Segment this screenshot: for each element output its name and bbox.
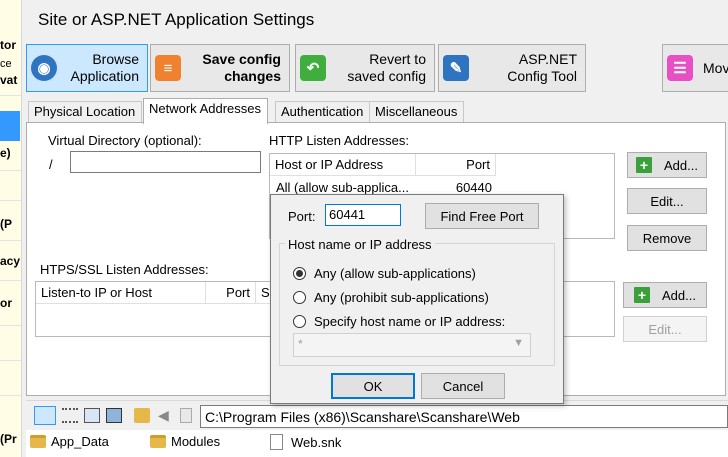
- remove-http-button[interactable]: Remove: [627, 225, 707, 251]
- details-view-icon[interactable]: [34, 406, 56, 425]
- undo-icon: ↶: [300, 55, 326, 81]
- move-button[interactable]: ☰ Mov: [662, 44, 728, 92]
- list-view-icon[interactable]: [62, 408, 78, 423]
- save-config-label: Save config changes: [202, 51, 281, 84]
- host-name-select[interactable]: * ▼: [293, 333, 531, 357]
- globe-icon: ◉: [31, 55, 57, 81]
- edit-http-button[interactable]: Edit...: [627, 188, 707, 214]
- virtual-directory-prefix: /: [49, 157, 53, 172]
- http-row-port[interactable]: 60440: [416, 180, 492, 195]
- http-listen-label: HTTP Listen Addresses:: [269, 133, 409, 148]
- strip-text: acy: [0, 254, 21, 268]
- list-item[interactable]: Modules: [150, 434, 220, 449]
- file-name: App_Data: [51, 434, 109, 449]
- port-input[interactable]: 60441: [325, 204, 401, 226]
- thumbnail-view-icon[interactable]: [84, 408, 100, 423]
- radio-button: [293, 267, 306, 280]
- plus-icon: +: [634, 287, 651, 303]
- virtual-directory-input[interactable]: [70, 151, 261, 173]
- save-config-button[interactable]: ≡ Save config changes: [150, 44, 290, 92]
- virtual-directory-label: Virtual Directory (optional):: [48, 133, 202, 148]
- ok-button[interactable]: OK: [331, 373, 415, 399]
- file-icon: [270, 434, 283, 450]
- tab-network-addresses[interactable]: Network Addresses: [143, 98, 268, 124]
- strip-text: e): [0, 146, 11, 160]
- radio-label: Any (prohibit sub-applications): [314, 290, 489, 305]
- browse-application-label: Browse Application: [70, 51, 140, 84]
- radio-button: [293, 291, 306, 304]
- aspnet-config-tool-label: ASP.NET Config Tool: [507, 51, 577, 84]
- browse-application-button[interactable]: ◉ Browse Application: [26, 44, 148, 92]
- add-http-button[interactable]: + Add...: [627, 152, 707, 178]
- move-label: Mov: [703, 59, 728, 76]
- column-header-listen-to[interactable]: Listen-to IP or Host: [36, 282, 206, 304]
- folder-icon: [30, 435, 46, 448]
- column-header-host[interactable]: Host or IP Address: [270, 154, 416, 176]
- listen-address-popup: Port: 60441 Find Free Port Host name or …: [270, 194, 564, 404]
- radio-label: Specify host name or IP address:: [314, 314, 506, 329]
- file-list: App_Data Modules Web.snk: [26, 430, 728, 457]
- path-input[interactable]: C:\Program Files (x86)\Scanshare\Scansha…: [200, 405, 728, 428]
- tab-physical-location[interactable]: Physical Location: [28, 101, 143, 123]
- plus-icon: +: [636, 157, 653, 173]
- add-https-label: Add...: [662, 287, 696, 303]
- radio-any-allow-sub-apps[interactable]: Any (allow sub-applications): [293, 266, 476, 281]
- chevron-down-icon: ▼: [513, 337, 524, 349]
- revert-config-button[interactable]: ↶ Revert to saved config: [295, 44, 435, 92]
- column-header-port[interactable]: Port: [416, 154, 496, 176]
- wrench-icon: ✎: [443, 55, 469, 81]
- file-name: Modules: [171, 434, 221, 449]
- window-title: Site or ASP.NET Application Settings: [38, 10, 315, 29]
- add-http-label: Add...: [664, 157, 698, 173]
- file-name: Web.snk: [291, 434, 342, 450]
- back-arrow-icon[interactable]: ◀: [158, 408, 174, 423]
- strip-text: ce: [0, 58, 12, 70]
- strip-text: (P: [0, 217, 12, 231]
- find-free-port-button[interactable]: Find Free Port: [425, 203, 539, 229]
- edit-https-button[interactable]: Edit...: [623, 316, 707, 342]
- file-browser-toolbar: ◀ C:\Program Files (x86)\Scanshare\Scans…: [26, 400, 728, 430]
- revert-config-label: Revert to saved config: [347, 51, 426, 84]
- http-row-host[interactable]: All (allow sub-applica...: [276, 180, 416, 195]
- add-https-button[interactable]: + Add...: [623, 282, 707, 308]
- radio-any-prohibit-sub-apps[interactable]: Any (prohibit sub-applications): [293, 290, 489, 305]
- large-icons-view-icon[interactable]: [106, 408, 122, 423]
- radio-specify-host[interactable]: Specify host name or IP address:: [293, 314, 505, 329]
- radio-label: Any (allow sub-applications): [314, 266, 476, 281]
- cancel-button[interactable]: Cancel: [421, 373, 505, 399]
- column-header-https-port[interactable]: Port: [206, 282, 256, 304]
- list-item[interactable]: App_Data: [30, 434, 109, 449]
- strip-selection: [0, 111, 20, 141]
- list-item[interactable]: Web.snk: [270, 434, 341, 450]
- save-icon: ≡: [155, 55, 181, 81]
- strip-text: tor: [0, 38, 16, 52]
- aspnet-config-tool-button[interactable]: ✎ ASP.NET Config Tool: [438, 44, 586, 92]
- strip-text: vat: [0, 73, 18, 87]
- radio-dot: [296, 270, 303, 277]
- strip-text: (Pr: [0, 432, 17, 446]
- strip-text: or: [0, 296, 12, 310]
- background-window-strip: tor ce vat e) (P acy or (Pr: [0, 0, 22, 457]
- properties-icon[interactable]: [180, 408, 192, 423]
- tab-miscellaneous[interactable]: Miscellaneous: [369, 101, 465, 123]
- host-group-title: Host name or IP address: [285, 237, 435, 252]
- open-folder-icon[interactable]: [134, 408, 150, 423]
- tree-icon: ☰: [667, 55, 693, 81]
- tab-authentication[interactable]: Authentication: [275, 101, 371, 123]
- port-label: Port:: [288, 209, 316, 224]
- https-listen-label: HTPS/SSL Listen Addresses:: [40, 262, 209, 277]
- folder-icon: [150, 435, 166, 448]
- host-name-value: *: [298, 337, 303, 351]
- radio-button: [293, 315, 306, 328]
